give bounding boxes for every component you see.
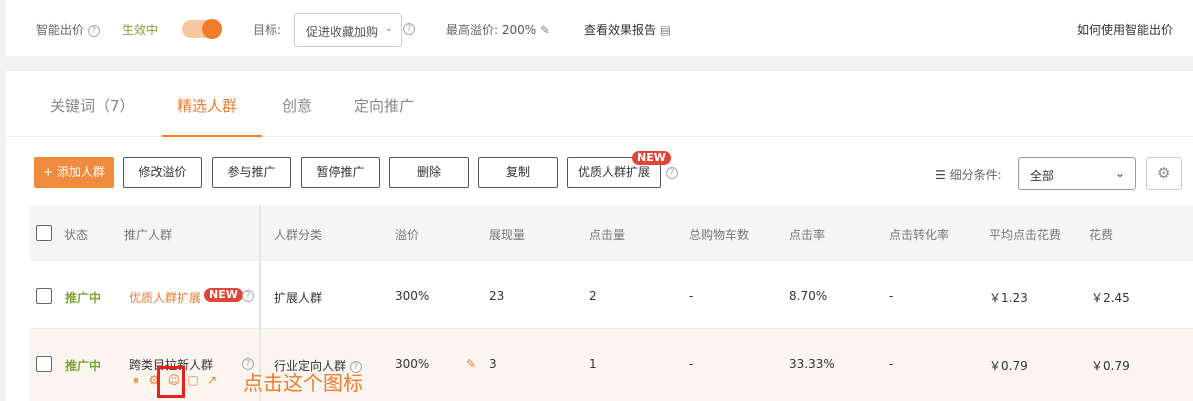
new-badge: NEW [632,151,671,165]
pause-promo-button[interactable]: 暂停推广 [301,157,380,188]
table-header: 状态 推广人群 人群分类 溢价 展现量 点击量 总购物车数 点击率 点击转化率 … [29,205,1193,261]
highlight-box [157,366,185,398]
chart-icon[interactable]: ↗ [205,373,219,387]
col-premium: 溢价 [395,228,420,242]
report-link[interactable]: 查看效果报告 ▤ [584,21,671,38]
select-all-checkbox[interactable] [36,225,52,241]
copy-button[interactable]: 复制 [478,157,558,188]
row-impressions: 3 [489,357,497,371]
goal-value: 促进收藏加购 [306,25,379,39]
new-badge: NEW [204,288,243,302]
max-premium: 最高溢价: 200% ✎ [446,23,551,37]
row-category: 扩展人群 [274,291,323,305]
row-carts: - [689,289,694,303]
row-ctr: 33.33% [789,357,835,371]
tab-creative[interactable]: 创意 [282,95,312,116]
col-clicks: 点击量 [589,228,626,242]
help-icon[interactable]: ? [87,24,100,37]
modify-premium-button[interactable]: 修改溢价 [123,157,202,188]
goal-label: 目标: [253,23,282,37]
delete-button[interactable]: 删除 [389,157,469,188]
row-crowd-name[interactable]: 优质人群扩展 [129,289,201,306]
annotation-text: 点击这个图标 [243,371,363,395]
row-carts: - [689,357,694,371]
help-icon[interactable]: ? [666,167,678,179]
active-tab-indicator [162,135,262,137]
row-status: 推广中 [65,291,102,305]
goal-help-icon[interactable]: ? [403,21,415,35]
list-icon: ☰ [935,168,946,182]
report-icon: ▤ [659,23,672,37]
table-row: 推广中 跨类目拉新人群 ? ⏸ ⚙ ☺ ▢ ↗ 行业定向人群 ? 300% ✎ … [29,329,1193,401]
row-cost: ￥0.79 [1091,359,1130,373]
help-icon[interactable]: ? [242,290,254,302]
row-checkbox[interactable] [36,356,52,372]
tab-targeted-promo[interactable]: 定向推广 [354,95,414,116]
filter-value: 全部 [1030,169,1055,183]
row-ctr: 8.70% [789,289,828,303]
col-carts: 总购物车数 [689,228,750,242]
col-category: 人群分类 [274,228,323,242]
settings-button[interactable]: ⚙ [1146,157,1182,190]
row-cost: ￥2.45 [1091,291,1130,305]
smart-bid-label: 智能出价 ? [36,21,100,38]
row-avg-cost: ￥0.79 [989,359,1028,373]
col-impressions: 展现量 [489,228,526,242]
col-crowd: 推广人群 [124,228,173,242]
smart-bid-bar: 智能出价 ? 生效中 目标: 促进收藏加购 ⌄ ? 最高溢价: 200% ✎ 查看… [6,0,1193,56]
row-cvr: - [889,289,894,303]
tab-selected-crowds[interactable]: 精选人群 [177,95,237,116]
chevron-down-icon: ⌄ [384,23,393,34]
toggle-knob [202,19,222,39]
help-link[interactable]: 如何使用智能出价 [1077,21,1173,38]
row-clicks: 2 [589,289,597,303]
main-panel: 关键词（7） 精选人群 创意 定向推广 + 添加人群 修改溢价 参与推广 暂停推… [6,71,1193,401]
filter-select[interactable]: 全部 ⌄ [1018,157,1136,190]
table-row: 推广中 优质人群扩展 NEW ? 扩展人群 300% 23 2 - 8.70% … [29,261,1193,329]
add-crowd-button[interactable]: + 添加人群 [34,157,114,188]
pause-icon[interactable]: ⏸ [129,373,143,387]
row-avg-cost: ￥1.23 [989,291,1028,305]
col-status: 状态 [64,228,89,242]
col-cvr: 点击转化率 [889,228,950,242]
chevron-down-icon: ⌄ [1114,166,1125,180]
join-promo-button[interactable]: 参与推广 [212,157,291,188]
row-checkbox[interactable] [36,288,52,304]
row-cvr: - [889,357,894,371]
goal-select[interactable]: 促进收藏加购 ⌄ [294,13,402,47]
row-status: 推广中 [65,359,102,373]
row-impressions: 23 [489,289,505,303]
trash-icon[interactable]: ▢ [186,373,200,387]
row-premium: 300% [395,289,430,303]
row-premium: 300% [395,357,430,371]
row-clicks: 1 [589,357,597,371]
filter-label: ☰ 细分条件: [935,168,1002,182]
col-ctr: 点击率 [789,228,826,242]
gear-icon: ⚙ [1157,164,1171,182]
edit-pencil-icon[interactable]: ✎ [466,357,476,371]
smart-bid-toggle[interactable] [182,19,222,39]
smart-bid-status: 生效中 [122,23,159,37]
edit-pencil-icon[interactable]: ✎ [540,23,550,37]
tab-keywords[interactable]: 关键词（7） [50,95,135,116]
col-cost: 花费 [1089,228,1114,242]
col-avg-cost: 平均点击花费 [989,228,1062,242]
